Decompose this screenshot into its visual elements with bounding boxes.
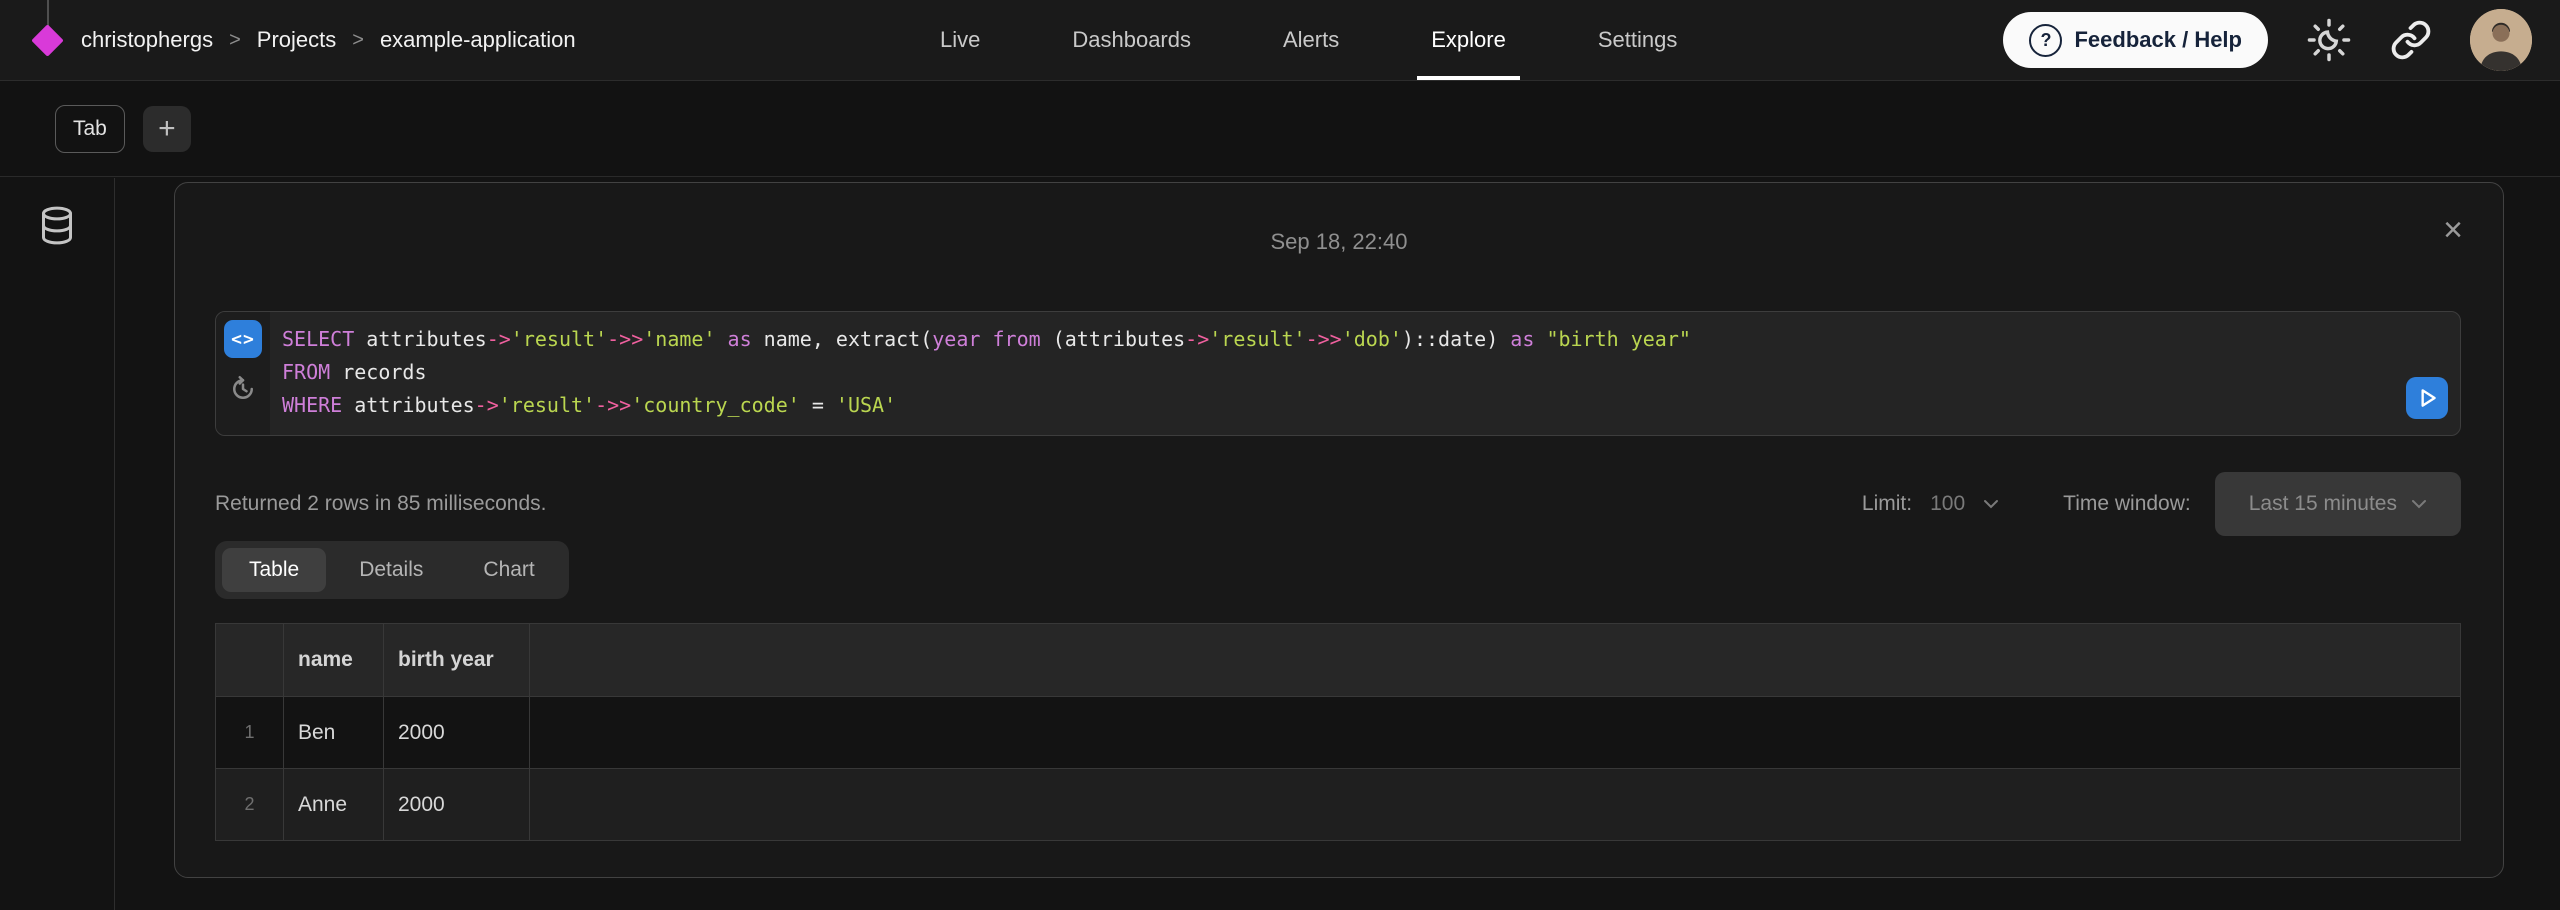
breadcrumb: christophergs > Projects > example-appli…	[81, 27, 576, 53]
limit-dropdown[interactable]: Limit: 100	[1862, 492, 1999, 516]
table-cell[interactable]	[530, 697, 2461, 769]
time-window-value: Last 15 minutes	[2249, 492, 2397, 516]
code-mode-button[interactable]: <>	[224, 320, 262, 358]
result-view-tabs: Table Details Chart	[215, 541, 569, 599]
run-query-button[interactable]	[2406, 377, 2448, 419]
results-meta-row: Returned 2 rows in 85 milliseconds. Limi…	[215, 471, 2461, 537]
nav-item-dashboards[interactable]: Dashboards	[1066, 0, 1197, 80]
feedback-help-label: Feedback / Help	[2074, 27, 2242, 53]
table-cell[interactable]	[530, 769, 2461, 841]
breadcrumb-projects[interactable]: Projects	[257, 27, 336, 53]
results-table: namebirth year 1Ben20002Anne2000	[215, 623, 2461, 841]
chevron-right-icon: >	[352, 29, 364, 52]
avatar-photo	[2470, 9, 2532, 71]
sql-code[interactable]: SELECT attributes->'result'->>'name' as …	[282, 323, 2386, 422]
limit-label: Limit:	[1862, 492, 1912, 516]
row-number-cell: 1	[216, 697, 284, 769]
chevron-right-icon: >	[229, 29, 241, 52]
main-nav: Live Dashboards Alerts Explore Settings	[934, 0, 1683, 80]
table-cell[interactable]: 2000	[384, 697, 530, 769]
column-header	[216, 624, 284, 697]
query-tabbar: Tab +	[0, 81, 2560, 177]
add-tab-button[interactable]: +	[143, 106, 191, 152]
navbar-right-cluster: ? Feedback / Help	[2003, 0, 2532, 80]
table-cell[interactable]: Ben	[284, 697, 384, 769]
database-sidebar-button[interactable]	[34, 204, 80, 250]
table-row[interactable]: 2Anne2000	[216, 769, 2461, 841]
query-timestamp: Sep 18, 22:40	[175, 229, 2503, 255]
breadcrumb-org[interactable]: christophergs	[81, 27, 213, 53]
column-header	[530, 624, 2461, 697]
table-cell[interactable]: Anne	[284, 769, 384, 841]
nav-item-alerts[interactable]: Alerts	[1277, 0, 1345, 80]
query-history-button[interactable]	[226, 372, 260, 406]
main-area: Sep 18, 22:40 × <> SELECT	[0, 178, 2560, 910]
view-tab-chart[interactable]: Chart	[456, 548, 561, 592]
query-status-text: Returned 2 rows in 85 milliseconds.	[215, 492, 547, 516]
close-icon[interactable]: ×	[2443, 213, 2463, 247]
table-cell[interactable]: 2000	[384, 769, 530, 841]
sun-moon-icon	[2306, 17, 2352, 63]
limit-value: 100	[1930, 492, 1965, 516]
table-row[interactable]: 1Ben2000	[216, 697, 2461, 769]
nav-item-explore[interactable]: Explore	[1425, 0, 1512, 80]
sql-line: WHERE attributes->'result'->>'country_co…	[282, 389, 2386, 422]
history-icon	[228, 374, 258, 404]
results-table-header-row: namebirth year	[216, 624, 2461, 697]
link-icon	[2390, 19, 2432, 61]
sql-line: SELECT attributes->'result'->>'name' as …	[282, 323, 2386, 356]
feedback-help-button[interactable]: ? Feedback / Help	[2003, 12, 2268, 68]
chevron-down-icon	[2411, 499, 2427, 509]
results-table-body: 1Ben20002Anne2000	[216, 697, 2461, 841]
time-window-label: Time window:	[2063, 492, 2191, 516]
sql-editor[interactable]: <> SELECT attributes->'result'->>'name' …	[215, 311, 2461, 436]
column-header: name	[284, 624, 384, 697]
share-link-button[interactable]	[2390, 19, 2432, 61]
user-avatar[interactable]	[2470, 9, 2532, 71]
left-sidebar	[0, 178, 115, 910]
app-root: christophergs > Projects > example-appli…	[0, 0, 2560, 910]
question-circle-icon: ?	[2029, 24, 2062, 57]
database-icon	[39, 206, 75, 248]
play-icon	[2414, 385, 2440, 411]
query-result-card: Sep 18, 22:40 × <> SELECT	[174, 182, 2504, 878]
top-navbar: christophergs > Projects > example-appli…	[0, 0, 2560, 81]
sql-line: FROM records	[282, 356, 2386, 389]
theme-toggle-button[interactable]	[2306, 17, 2352, 63]
code-brackets-icon: <>	[231, 329, 255, 350]
nav-item-settings[interactable]: Settings	[1592, 0, 1684, 80]
editor-gutter: <>	[216, 312, 270, 435]
chevron-down-icon	[1983, 499, 1999, 509]
view-tab-details[interactable]: Details	[332, 548, 450, 592]
nav-item-live[interactable]: Live	[934, 0, 986, 80]
query-controls: Limit: 100 Time window: Last 15 minutes	[1862, 472, 2461, 536]
view-tab-table[interactable]: Table	[222, 548, 326, 592]
query-tab[interactable]: Tab	[55, 105, 125, 153]
column-header: birth year	[384, 624, 530, 697]
row-number-cell: 2	[216, 769, 284, 841]
plus-icon: +	[158, 112, 176, 146]
breadcrumb-project-name[interactable]: example-application	[380, 27, 576, 53]
time-window-dropdown[interactable]: Last 15 minutes	[2215, 472, 2461, 536]
logo-diamond-icon[interactable]	[31, 24, 64, 57]
brand-breadcrumb: christophergs > Projects > example-appli…	[36, 0, 576, 80]
